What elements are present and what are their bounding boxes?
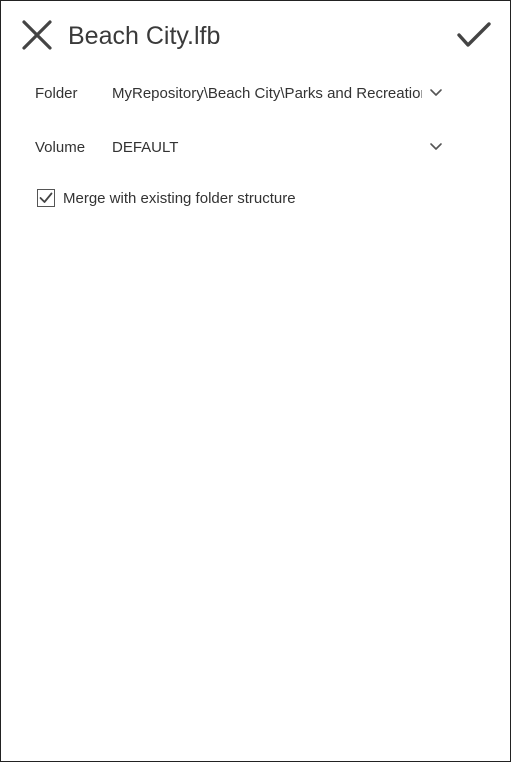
volume-value: DEFAULT — [112, 139, 179, 156]
close-button[interactable] — [15, 13, 59, 57]
folder-dropdown[interactable]: MyRepository\Beach City\Parks and Recrea… — [105, 78, 451, 110]
merge-checkbox-label: Merge with existing folder structure — [63, 189, 296, 207]
volume-label: Volume — [35, 139, 86, 156]
chevron-down-icon — [430, 89, 442, 96]
volume-row: Volume DEFAULT — [1, 132, 510, 164]
dialog-header: Beach City.lfb — [1, 1, 510, 71]
folder-label: Folder — [35, 85, 78, 102]
close-icon — [22, 20, 52, 50]
check-icon — [39, 192, 53, 203]
chevron-down-icon — [430, 143, 442, 150]
merge-checkbox-row[interactable]: Merge with existing folder structure — [37, 185, 296, 211]
folder-value: MyRepository\Beach City\Parks and Recrea… — [112, 85, 422, 102]
confirm-button[interactable] — [449, 13, 499, 57]
import-dialog: Beach City.lfb Folder MyRepository\Beach… — [0, 0, 511, 762]
dialog-title: Beach City.lfb — [68, 22, 221, 50]
checkmark-icon — [457, 22, 491, 47]
folder-row: Folder MyRepository\Beach City\Parks and… — [1, 78, 510, 110]
merge-checkbox[interactable] — [37, 189, 55, 207]
volume-dropdown[interactable]: DEFAULT — [105, 132, 451, 164]
